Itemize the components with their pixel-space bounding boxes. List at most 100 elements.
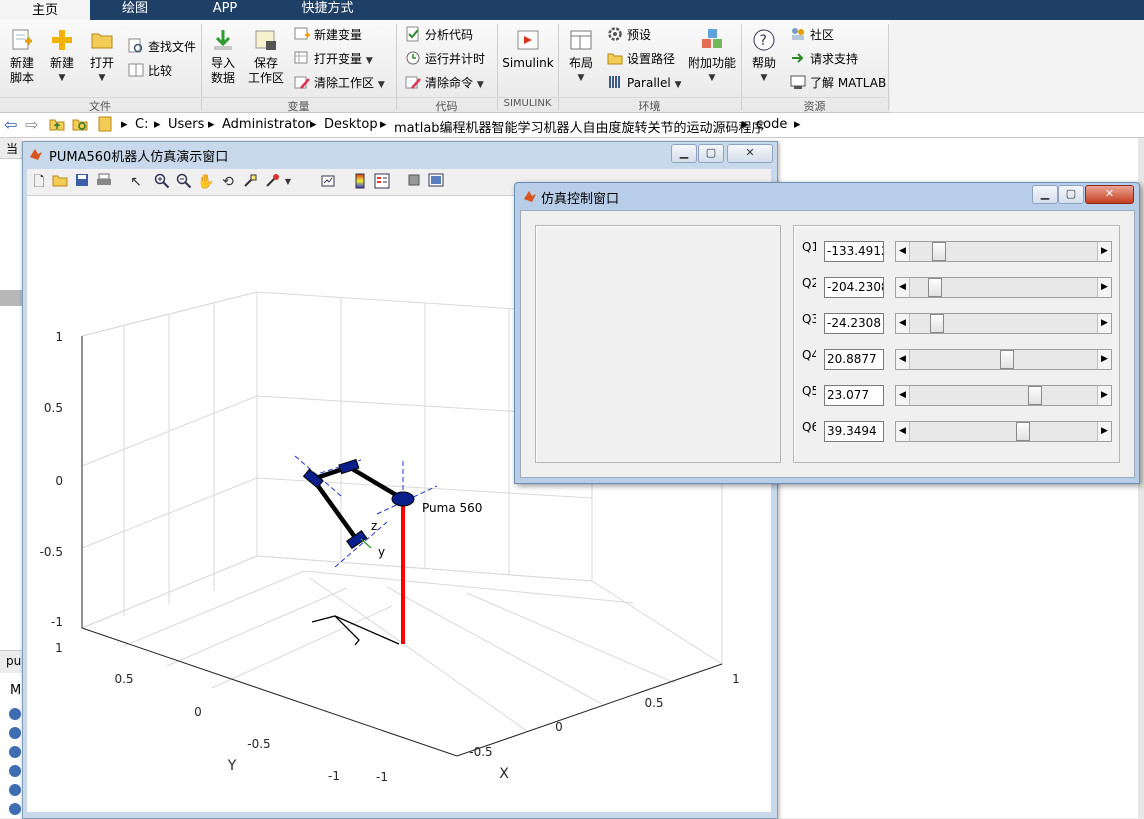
pointer-icon[interactable]: ↖ [127,173,145,191]
parallel-button[interactable]: Parallel ▼ [607,73,681,93]
maximize-button[interactable]: ▢ [1058,185,1084,204]
clear-commands-button[interactable]: 清除命令 ▼ [405,73,484,93]
analyze-code-button[interactable]: 分析代码 [405,25,473,45]
layout-button[interactable]: 布局 ▼ [563,24,599,86]
slider-right-arrow-icon[interactable]: ▶ [1097,314,1111,333]
addons-cubes-icon [700,28,724,52]
new-figure-icon[interactable]: 🗋 [30,173,48,191]
breadcrumb-administrator[interactable]: Administrator [222,117,311,132]
breadcrumb-project-folder[interactable]: matlab编程机器智能学习机器人自由度旋转关节的运动源码程序 [394,117,765,136]
new-script-icon [10,28,34,52]
joint-slider[interactable]: ◀ ▶ [895,241,1112,262]
chevron-down-icon[interactable]: ▼ [279,173,297,191]
addons-button[interactable]: 附加功能 ▼ [686,24,738,86]
close-button[interactable]: ✕ [727,144,773,163]
slider-left-arrow-icon[interactable]: ◀ [896,278,910,297]
hide-plot-tools-icon[interactable] [405,173,423,191]
tab-home[interactable]: 主页 [0,0,90,22]
set-path-button[interactable]: 设置路径 [607,49,675,69]
tab-plots[interactable]: 绘图 [90,0,180,20]
link-plot-icon[interactable] [319,173,337,191]
breadcrumb-users[interactable]: Users [168,117,204,132]
control-body: Q1 -133.4912 ◀ ▶ Q2 -204.2308 ◀ ▶ Q3 -24.2308 ◀ ▶ Q4… [520,210,1135,478]
breadcrumb-desktop[interactable]: Desktop [324,117,378,132]
new-plus-icon [50,28,74,52]
open-variable-button[interactable]: 打开变量 ▼ [294,49,373,69]
up-folder-icon[interactable] [49,117,65,135]
pan-hand-icon[interactable]: ✋ [197,173,215,191]
slider-right-arrow-icon[interactable]: ▶ [1097,422,1111,441]
save-workspace-button[interactable]: 保存 工作区 [246,24,286,86]
slider-thumb[interactable] [1000,350,1014,369]
new-button[interactable]: 新建 ▼ [44,24,80,86]
slider-thumb[interactable] [931,242,946,261]
breadcrumb-separator: ▸ [208,117,215,132]
open-file-icon[interactable] [51,173,69,191]
slider-thumb[interactable] [1028,386,1042,405]
forward-arrow-icon[interactable]: ⇨ [25,115,38,134]
clear-workspace-button[interactable]: 清除工作区 ▼ [294,73,385,93]
joint-value-field[interactable]: -24.2308 [824,313,884,334]
back-arrow-icon[interactable]: ⇦ [4,115,17,134]
colorbar-icon[interactable] [351,173,369,191]
new-variable-button[interactable]: 新建变量 [294,25,362,45]
learn-matlab-button[interactable]: 了解 MATLAB [790,73,886,93]
control-window[interactable]: 仿真控制窗口 ▁ ▢ ✕ Q1 -133.4912 ◀ ▶ Q2 -204.2308 ◀ ▶ Q… [514,182,1140,484]
joint-slider[interactable]: ◀ ▶ [895,385,1112,406]
tab-shortcuts[interactable]: 快捷方式 [270,0,385,20]
joint-value-field[interactable]: 23.077 [824,385,884,406]
joint-slider[interactable]: ◀ ▶ [895,277,1112,298]
browse-folder-icon[interactable] [72,117,88,135]
find-files-button[interactable]: 查找文件 [128,37,196,57]
slider-right-arrow-icon[interactable]: ▶ [1097,386,1111,405]
import-data-button[interactable]: 导入 数据 [206,24,240,86]
group-label-resources: 资源 [742,97,887,113]
legend-icon[interactable] [373,173,391,191]
slider-left-arrow-icon[interactable]: ◀ [896,314,910,333]
help-button[interactable]: ? 帮助 ▼ [746,24,782,86]
slider-thumb[interactable] [928,278,943,297]
new-script-button[interactable]: 新建 脚本 [4,24,40,86]
slider-thumb[interactable] [930,314,944,333]
y-tick-label: -0.5 [247,737,270,751]
show-plot-tools-icon[interactable] [427,173,445,191]
joint-slider[interactable]: ◀ ▶ [895,421,1112,442]
joint-value-field[interactable]: 20.8877 [824,349,884,370]
preferences-button[interactable]: 预设 [607,25,651,45]
slider-left-arrow-icon[interactable]: ◀ [896,386,910,405]
new-variable-icon [294,26,310,42]
joint-slider[interactable]: ◀ ▶ [895,313,1112,334]
joint-value-field[interactable]: 39.3494 [824,421,884,442]
slider-right-arrow-icon[interactable]: ▶ [1097,278,1111,297]
scrollbar-thumb[interactable] [0,290,22,306]
simulink-button[interactable]: Simulink [502,24,554,71]
slider-right-arrow-icon[interactable]: ▶ [1097,350,1111,369]
request-support-button[interactable]: 请求支持 [790,49,858,69]
slider-right-arrow-icon[interactable]: ▶ [1097,242,1111,261]
print-icon[interactable] [95,173,113,191]
compare-button[interactable]: 比较 [128,61,172,81]
open-button[interactable]: 打开 ▼ [84,24,120,86]
slider-left-arrow-icon[interactable]: ◀ [896,350,910,369]
slider-left-arrow-icon[interactable]: ◀ [896,422,910,441]
close-button[interactable]: ✕ [1085,185,1134,204]
breadcrumb-c[interactable]: C: [135,117,148,132]
slider-left-arrow-icon[interactable]: ◀ [896,242,910,261]
save-icon[interactable] [73,173,91,191]
slider-thumb[interactable] [1015,422,1030,441]
data-cursor-icon[interactable] [241,173,259,191]
joint-value-field[interactable]: -204.2308 [824,277,884,298]
panel-label: M [10,683,22,698]
zoom-in-icon[interactable] [153,173,171,191]
breadcrumb-code[interactable]: code [756,117,787,132]
tab-apps[interactable]: APP [180,0,270,20]
minimize-button[interactable]: ▁ [671,144,697,163]
community-button[interactable]: 社区 [790,25,834,45]
rotate-3d-icon[interactable]: ⟲ [219,173,237,191]
joint-slider[interactable]: ◀ ▶ [895,349,1112,370]
joint-value-field[interactable]: -133.4912 [824,241,884,262]
maximize-button[interactable]: ▢ [698,144,724,163]
run-and-time-button[interactable]: 运行并计时 [405,49,485,69]
minimize-button[interactable]: ▁ [1032,185,1058,204]
zoom-out-icon[interactable] [175,173,193,191]
